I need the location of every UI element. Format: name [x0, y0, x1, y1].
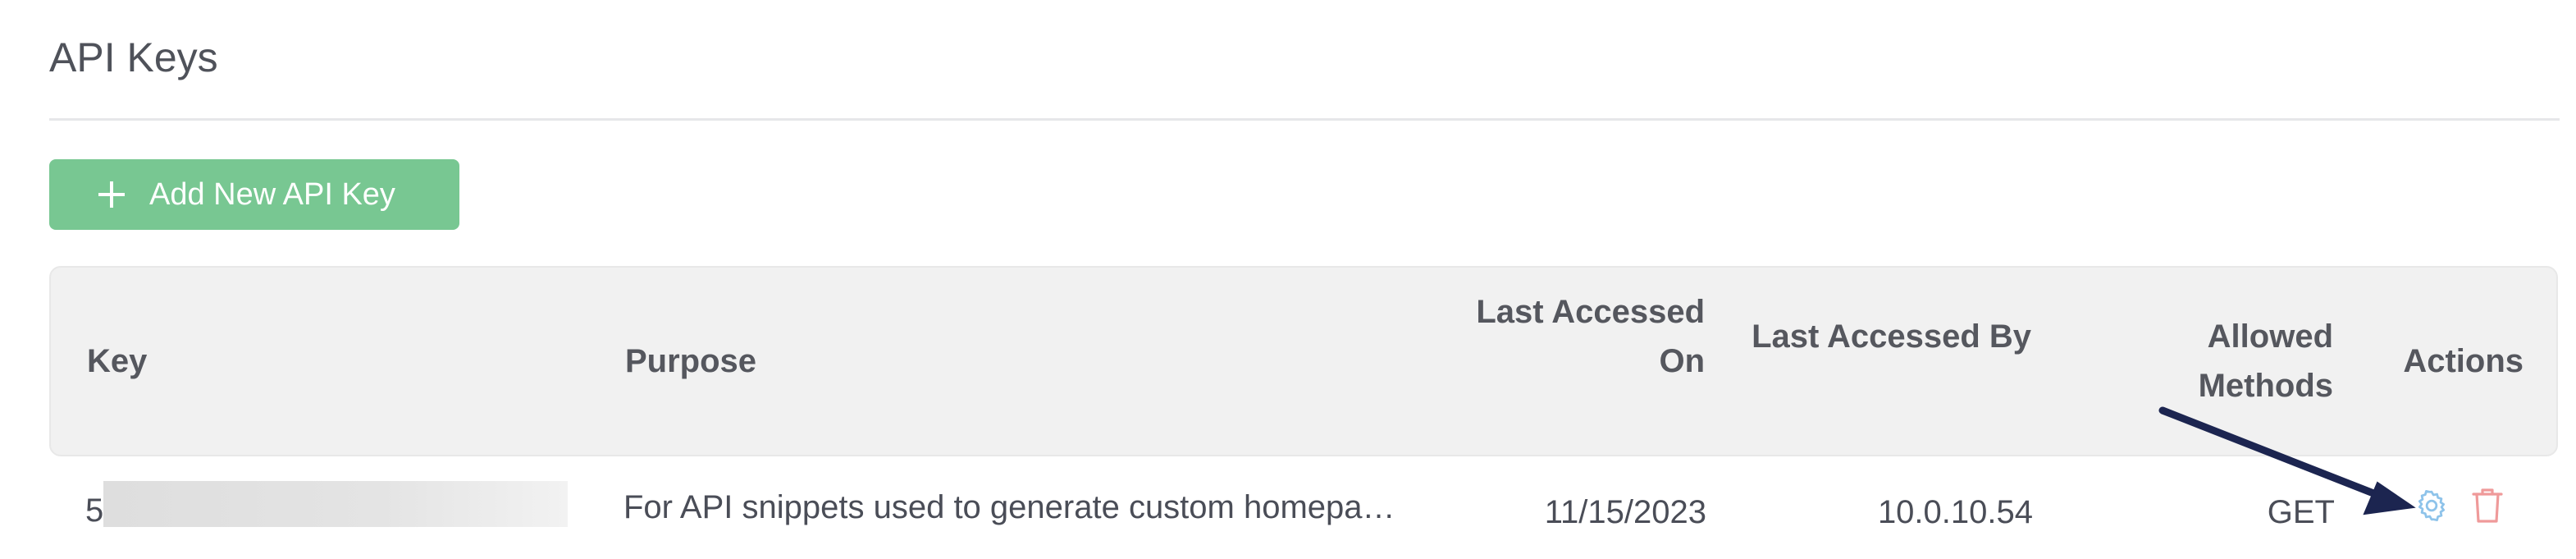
- add-new-api-key-label: Add New API Key: [149, 177, 395, 212]
- purpose-value: For API snippets used to generate custom…: [623, 489, 1395, 525]
- column-header-purpose[interactable]: Purpose: [625, 337, 756, 386]
- trash-icon[interactable]: [2471, 486, 2504, 525]
- last-accessed-by-value: 10.0.10.54: [1877, 494, 2033, 530]
- column-header-key[interactable]: Key: [87, 337, 147, 386]
- last-accessed-on-value: 11/15/2023: [1544, 494, 1706, 530]
- table-row: 5 For API snippets used to generate cust…: [49, 468, 2558, 550]
- api-keys-table-header: Key Purpose Last Accessed On Last Access…: [49, 266, 2558, 456]
- plus-icon: [98, 181, 125, 208]
- column-header-last-accessed-by[interactable]: Last Accessed By: [1736, 312, 2031, 361]
- gear-icon[interactable]: [2414, 488, 2450, 524]
- column-header-allowed-methods[interactable]: Allowed Methods: [2120, 312, 2333, 410]
- key-value: 5: [85, 493, 104, 529]
- redacted-key-mask: [103, 481, 568, 527]
- add-new-api-key-button[interactable]: Add New API Key: [49, 159, 459, 230]
- column-header-last-accessed-on[interactable]: Last Accessed On: [1459, 287, 1705, 386]
- allowed-methods-value: GET: [2267, 494, 2335, 530]
- page-title: API Keys: [49, 34, 218, 80]
- column-header-actions: Actions: [2403, 343, 2523, 379]
- api-keys-page: API Keys Add New API Key Key Purpose Las…: [0, 0, 2576, 559]
- title-divider: [49, 118, 2560, 121]
